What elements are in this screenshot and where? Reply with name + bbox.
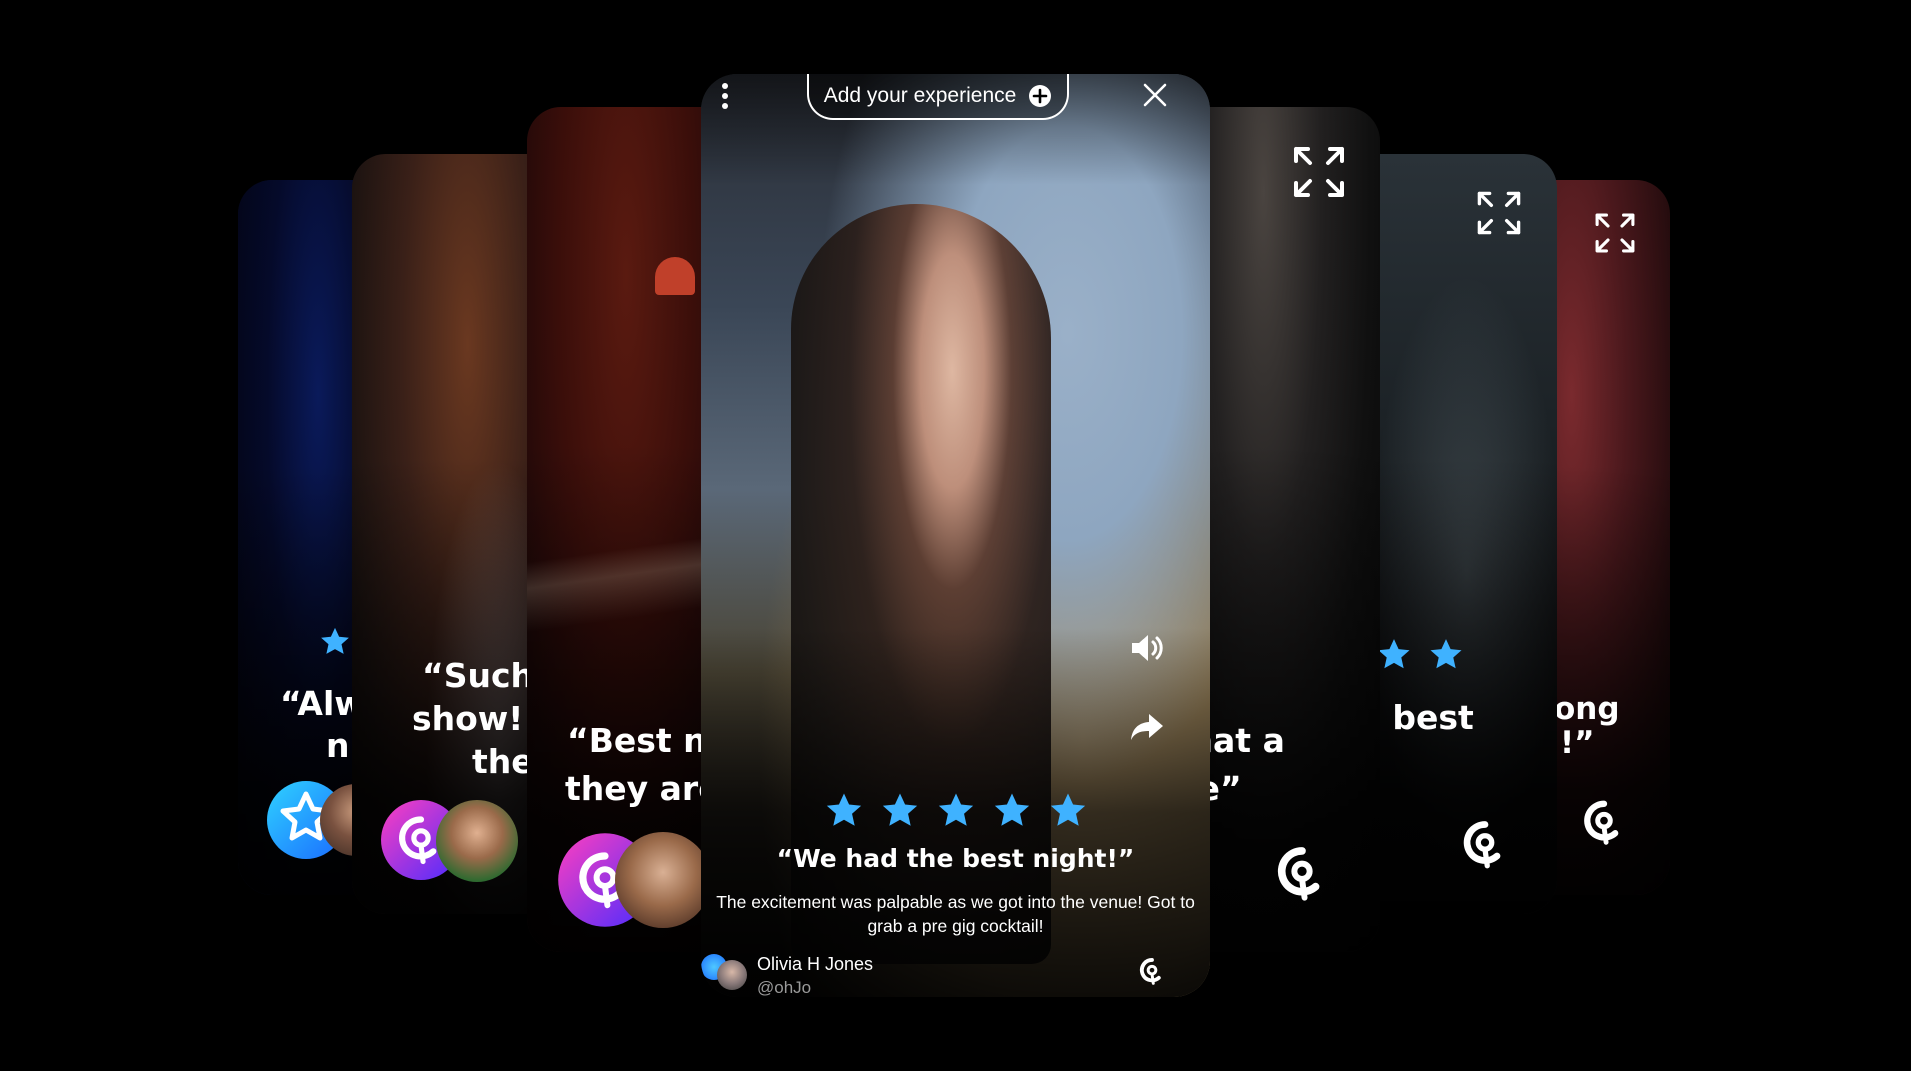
close-icon[interactable]	[1142, 82, 1168, 108]
star-icon	[938, 793, 973, 826]
star-icon	[882, 793, 917, 826]
volume-icon[interactable]	[1129, 632, 1167, 664]
add-experience-label: Add your experience	[823, 84, 1017, 107]
card-quote-line2: !”	[1560, 725, 1595, 761]
star-icon	[1378, 639, 1410, 669]
card-quote-line1: “Such	[422, 656, 535, 695]
brand-logo-icon[interactable]	[1135, 954, 1169, 988]
star-icon	[994, 793, 1029, 826]
main-story-card[interactable]: Add your experience “We had the best nig…	[701, 74, 1210, 997]
card-quote-line1: “Best n	[567, 721, 707, 760]
share-icon[interactable]	[1129, 712, 1165, 742]
star-icon	[1430, 639, 1462, 669]
avatar	[615, 832, 711, 928]
plus-circle-icon	[1029, 85, 1052, 107]
brand-logo-icon	[1277, 847, 1320, 901]
card-quote-line2: they are	[565, 769, 721, 808]
brand-logo-icon	[1463, 821, 1501, 869]
author-name[interactable]: Olivia H Jones	[757, 954, 873, 975]
brand-logo-icon	[1584, 800, 1619, 845]
add-experience-button[interactable]: Add your experience	[807, 74, 1069, 120]
review-quote: “We had the best night!”	[776, 844, 1135, 873]
card-quote-line3: the	[472, 742, 534, 781]
more-vertical-icon[interactable]	[719, 82, 731, 110]
expand-icon[interactable]	[1594, 212, 1636, 254]
expand-icon[interactable]	[1476, 190, 1522, 236]
star-icon	[1050, 793, 1085, 826]
review-description-line2: grab a pre gig cocktail!	[867, 916, 1044, 936]
author-avatar[interactable]	[717, 960, 747, 990]
author-handle[interactable]: @ohJo	[757, 978, 811, 997]
expand-icon[interactable]	[1292, 145, 1346, 199]
star-icon	[826, 793, 861, 826]
star-icon	[321, 627, 349, 654]
review-description-line1: The excitement was palpable as we got in…	[716, 892, 1195, 912]
avatar	[436, 800, 518, 882]
